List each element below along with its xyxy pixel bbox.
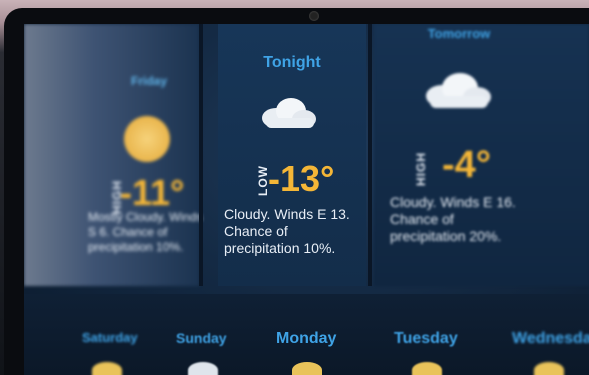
panel-divider	[368, 24, 372, 286]
left-panel-title: Friday	[130, 74, 167, 88]
tomorrow-temp: -4°	[442, 144, 491, 186]
cloud-icon	[262, 98, 316, 128]
left-panel-high-label: HIGH	[110, 180, 124, 214]
tomorrow-title: Tomorrow	[427, 26, 491, 41]
day-label: Sunday	[176, 330, 227, 346]
sun-icon	[412, 362, 442, 375]
left-panel-description: Mostly Cloudy. Winds S 6. Chance of prec…	[88, 210, 203, 254]
sun-icon	[534, 362, 564, 375]
panel-divider	[199, 24, 203, 286]
day-label: Wednesday	[512, 330, 589, 347]
day-label: Tuesday	[394, 330, 458, 347]
sun-icon	[92, 362, 122, 375]
cloud-icon	[188, 362, 218, 375]
day-label: Saturday	[82, 330, 138, 345]
photo-scene: Friday -11° HIGH Mostly Cloudy. Winds S …	[0, 0, 589, 375]
tomorrow-description: Cloudy. Winds E 16. Chance of precipitat…	[390, 194, 516, 244]
tonight-temp: -13°	[268, 158, 335, 199]
left-forecast-panel: Friday -11° HIGH Mostly Cloudy. Winds S …	[24, 24, 202, 286]
tonight-description: Cloudy. Winds E 13. Chance of precipitat…	[224, 206, 350, 256]
day-label: Monday	[276, 330, 337, 347]
webcam-icon	[309, 11, 319, 21]
cloud-icon	[426, 73, 491, 108]
tonight-title: Tonight	[263, 54, 321, 71]
sun-icon	[292, 362, 322, 375]
sun-icon	[124, 116, 170, 162]
weather-screen: Friday -11° HIGH Mostly Cloudy. Winds S …	[24, 24, 589, 375]
tomorrow-forecast-panel: Tomorrow HIGH -4° Cloudy. Winds E 16. Ch…	[374, 24, 589, 286]
left-panel-temp: -11°	[120, 172, 185, 213]
tonight-forecast-panel: Tonight LOW -13° Cloudy. Winds E 13. Cha…	[218, 24, 366, 286]
tomorrow-high-label: HIGH	[414, 152, 428, 186]
